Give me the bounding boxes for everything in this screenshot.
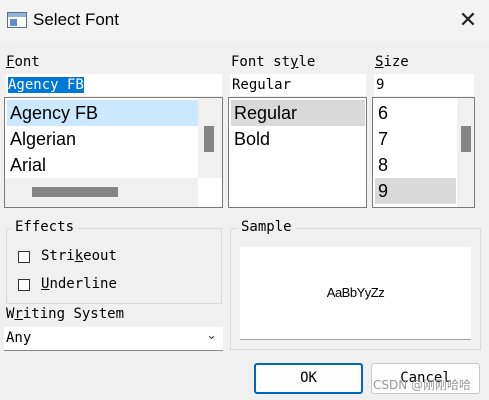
list-item[interactable]: 6 bbox=[375, 100, 456, 126]
list-item[interactable]: Arial bbox=[7, 152, 198, 178]
watermark: CSDN @刚刚哈哈 bbox=[373, 378, 472, 392]
close-button[interactable]: ✕ bbox=[454, 8, 482, 34]
scroll-thumb[interactable] bbox=[204, 126, 214, 152]
close-icon: ✕ bbox=[458, 8, 478, 33]
list-item[interactable]: 7 bbox=[375, 126, 456, 152]
sample-text: AaBbYyZz bbox=[326, 285, 385, 300]
size-value: 9 bbox=[376, 77, 385, 93]
font-style-input[interactable]: Regular bbox=[230, 74, 366, 96]
underline-checkbox[interactable] bbox=[18, 279, 30, 291]
ok-button[interactable]: OK bbox=[254, 363, 363, 394]
writing-system-value: Any bbox=[6, 330, 32, 346]
size-label: Size bbox=[375, 54, 409, 70]
writing-system-select[interactable]: Any ⌄ bbox=[4, 327, 223, 351]
font-list-vscroll[interactable] bbox=[198, 98, 222, 178]
writing-system-label: Writing System bbox=[6, 306, 125, 322]
font-label: Font bbox=[6, 54, 40, 70]
font-name-input[interactable]: Agency FB bbox=[6, 74, 222, 96]
scroll-thumb[interactable] bbox=[461, 126, 471, 152]
font-style-list[interactable]: Regular Bold bbox=[228, 97, 367, 208]
window-title: Select Font bbox=[33, 10, 119, 29]
list-item[interactable]: 8 bbox=[375, 152, 456, 178]
scroll-thumb[interactable] bbox=[32, 187, 118, 197]
font-name-value: Agency FB bbox=[8, 77, 84, 93]
list-item[interactable]: Regular bbox=[231, 100, 365, 126]
size-input[interactable]: 9 bbox=[374, 74, 474, 96]
app-icon bbox=[7, 12, 27, 28]
strikeout-checkbox[interactable] bbox=[18, 251, 30, 263]
list-item[interactable]: Bold bbox=[231, 126, 365, 152]
size-list-vscroll[interactable] bbox=[457, 98, 474, 207]
list-item[interactable]: Agency FB bbox=[7, 100, 198, 126]
sample-group-title: Sample bbox=[237, 219, 296, 235]
effects-group-title: Effects bbox=[11, 219, 79, 235]
effects-group bbox=[6, 228, 222, 304]
sample-preview: AaBbYyZz bbox=[240, 247, 471, 340]
font-style-value: Regular bbox=[232, 77, 292, 93]
list-item[interactable]: Algerian bbox=[7, 126, 198, 152]
chevron-down-icon: ⌄ bbox=[206, 328, 217, 343]
underline-label[interactable]: Underline bbox=[41, 276, 117, 292]
font-list-hscroll[interactable] bbox=[5, 178, 198, 207]
size-list[interactable]: 6 7 8 9 bbox=[372, 97, 475, 208]
font-style-label: Font style bbox=[231, 54, 316, 70]
list-item[interactable]: 9 bbox=[375, 178, 456, 204]
font-list[interactable]: Agency FB Algerian Arial bbox=[4, 97, 223, 208]
strikeout-label[interactable]: Strikeout bbox=[41, 248, 117, 264]
